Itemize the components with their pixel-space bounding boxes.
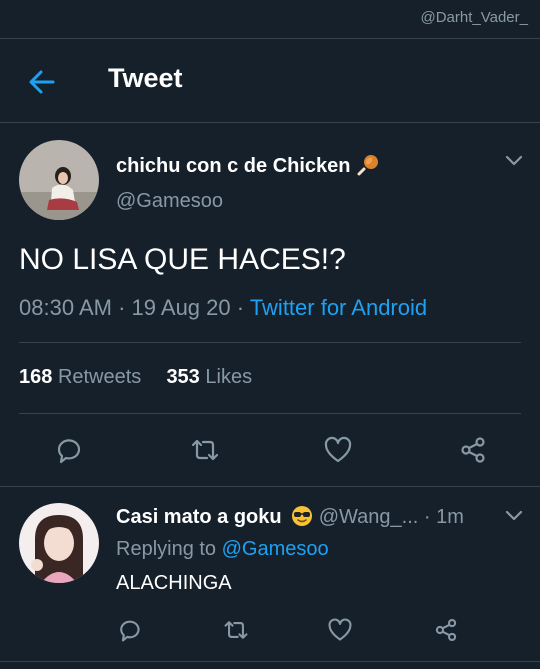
like-icon[interactable]	[323, 435, 353, 470]
share-icon[interactable]	[433, 617, 459, 648]
tweet-time: 08:30 AM	[19, 295, 112, 320]
back-arrow-icon[interactable]	[24, 64, 60, 100]
thread-divider	[0, 486, 540, 487]
reply-age: 1m	[436, 506, 464, 528]
avatar[interactable]	[19, 140, 99, 220]
reply-icon[interactable]	[53, 435, 83, 470]
reply-header: Casi mato a goku @Wang_... · 1m	[116, 505, 464, 533]
replying-to-handle[interactable]: @Gamesoo	[222, 538, 329, 560]
sunglasses-face-icon	[291, 505, 313, 533]
watermark: @Darht_Vader_	[420, 9, 528, 26]
likes-count: 353	[166, 366, 200, 388]
poultry-leg-icon	[356, 152, 380, 182]
retweet-icon[interactable]	[189, 435, 221, 470]
retweets-label: Retweets	[57, 366, 142, 388]
likes-stat[interactable]: 353 Likes	[166, 366, 252, 388]
likes-label: Likes	[205, 366, 253, 388]
reply-icon[interactable]	[116, 617, 142, 648]
reply-text: ALACHINGA	[116, 572, 232, 594]
chevron-down-icon[interactable]	[503, 150, 525, 172]
chevron-down-icon[interactable]	[503, 505, 525, 527]
meta-separator: ·	[423, 506, 437, 528]
meta-separator: ·	[118, 295, 132, 320]
meta-divider	[19, 342, 521, 343]
stats-divider	[19, 413, 521, 414]
header-divider	[0, 122, 540, 123]
app-bar: Tweet	[0, 42, 540, 122]
reply-avatar[interactable]	[19, 503, 99, 583]
author-handle[interactable]: @Gamesoo	[116, 190, 223, 213]
bottom-divider	[0, 661, 540, 662]
retweets-stat[interactable]: 168 Retweets	[19, 366, 147, 388]
retweet-icon[interactable]	[222, 617, 250, 648]
author-name-line[interactable]: chichu con c de Chicken	[116, 152, 380, 182]
like-icon[interactable]	[327, 617, 353, 648]
page-title: Tweet	[108, 63, 183, 93]
reply-handle[interactable]: @Wang_...	[319, 506, 419, 528]
tweet-meta: 08:30 AM · 19 Aug 20 · Twitter for Andro…	[19, 295, 427, 321]
tweet-text: NO LISA QUE HACES!?	[19, 243, 346, 276]
tweet-date: 19 Aug 20	[131, 295, 231, 320]
tweet-stats: 168 Retweets 353 Likes	[19, 366, 252, 389]
retweets-count: 168	[19, 366, 53, 388]
author-name: chichu con c de Chicken	[116, 155, 351, 177]
share-icon[interactable]	[458, 435, 488, 470]
meta-separator: ·	[236, 295, 250, 320]
replying-to-label: Replying to	[116, 538, 217, 560]
tweet-source-link[interactable]: Twitter for Android	[250, 295, 427, 320]
replying-to-line: Replying to @Gamesoo	[116, 538, 329, 561]
reply-author-name[interactable]: Casi mato a goku	[116, 506, 282, 528]
top-divider	[0, 38, 540, 39]
